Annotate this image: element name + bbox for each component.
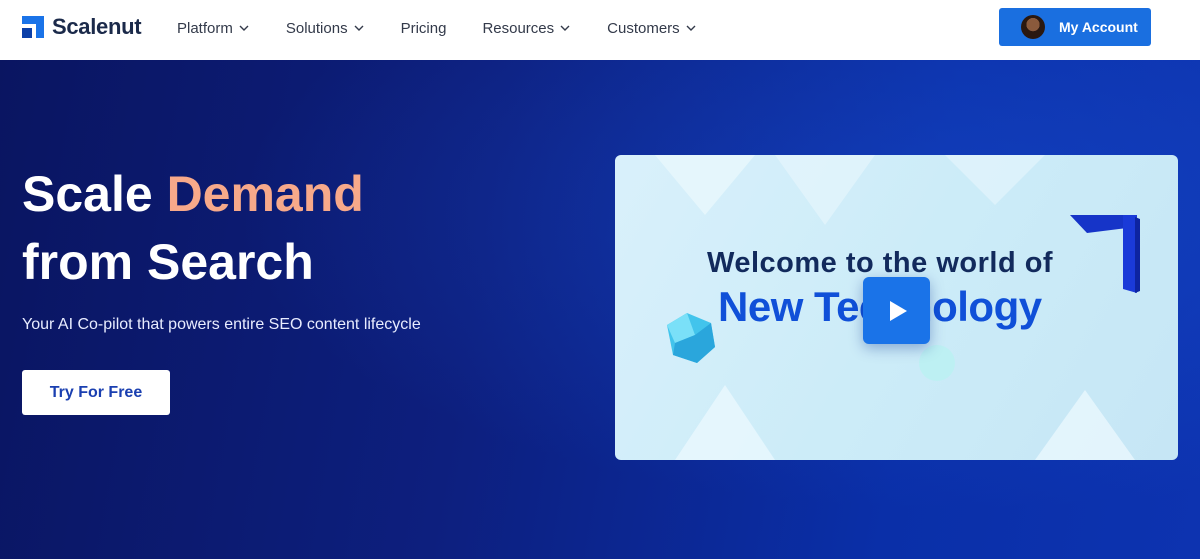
nav-item-customers[interactable]: Customers [607,20,697,37]
nav-item-platform[interactable]: Platform [177,20,250,37]
scalenut-logo-icon [22,16,44,38]
my-account-button[interactable]: My Account [999,8,1151,46]
chevron-down-icon [354,25,364,31]
nav-item-solutions[interactable]: Solutions [286,20,365,37]
nav-item-label: Solutions [285,19,348,37]
hero-title: Scale Demand from Search [22,160,582,296]
hero-title-plain: Scale [22,166,167,222]
nav-item-label: Resources [482,19,555,37]
chevron-down-icon [239,25,249,31]
brand-name: Scalenut [52,14,142,39]
chevron-down-icon [560,25,570,31]
chevron-down-icon [686,25,696,31]
avatar [1021,15,1045,39]
play-icon [889,300,907,321]
nav-item-label: Platform [177,19,233,37]
top-navigation: Scalenut Platform Solutions Pricing Reso… [0,0,1200,60]
try-for-free-button[interactable]: Try For Free [22,370,170,415]
hero-section: Scale Demand from Search Your AI Co-pilo… [0,60,1200,559]
nav-item-label: Customers [607,19,680,37]
video-player[interactable]: Welcome to the world of New Technology [615,155,1178,460]
hero-title-line2: from Search [22,234,314,290]
hero-subtitle: Your AI Co-pilot that powers entire SEO … [22,316,421,333]
hero-title-accent: Demand [166,166,364,222]
main-menu: Platform Solutions Pricing Resources Cus… [177,0,733,56]
account-label: My Account [1059,19,1138,35]
play-button[interactable] [863,277,930,344]
video-headline: Welcome to the world of [707,247,1054,279]
nav-item-pricing[interactable]: Pricing [401,20,447,37]
nav-item-label: Pricing [400,19,447,37]
brand-logo[interactable]: Scalenut [22,14,142,40]
nav-item-resources[interactable]: Resources [482,20,571,37]
